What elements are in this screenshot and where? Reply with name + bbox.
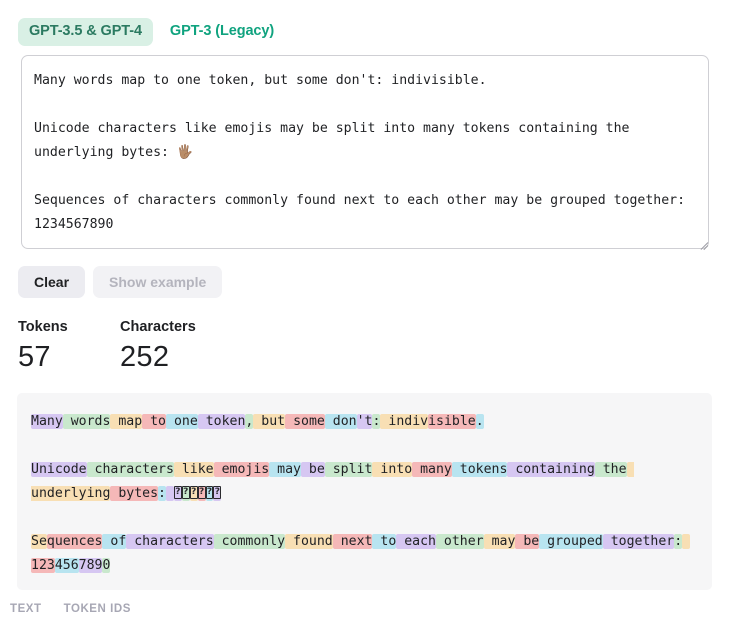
replacement-char-icon [173,486,182,499]
token: into [372,462,413,477]
token-line-blank [31,434,698,458]
token [173,486,182,501]
token: quences [46,534,103,549]
replacement-char-icon [197,486,206,499]
replacement-char-icon [213,486,222,499]
stat-characters-value: 252 [120,341,170,373]
token: 0 [102,558,111,573]
token: may [269,462,301,477]
tab-text[interactable]: TEXT [10,603,42,616]
token: may [483,534,516,549]
token: some [285,414,325,429]
token: token [197,414,246,429]
token: each [396,534,436,549]
token: isible [428,414,476,429]
token-line-blank [31,506,698,530]
token: : [158,486,166,501]
token: found [285,534,333,549]
model-tab-gpt3-legacy[interactable]: GPT-3 (Legacy) [159,18,285,46]
replacement-char-icon [189,486,198,499]
stat-tokens-label: Tokens [18,318,68,335]
token: don [324,414,357,429]
token: Many [31,414,63,429]
token: 123 [31,558,55,573]
token: : [674,534,683,549]
token [197,486,206,501]
token: 't [356,414,373,429]
token: be [515,534,540,549]
token: to [372,534,397,549]
token: 456 [54,558,79,573]
token: tokens [451,462,508,477]
token: grouped [539,534,603,549]
token [205,486,214,501]
token [682,534,691,549]
token: together [602,534,675,549]
token: containing [507,462,595,477]
token: next [332,534,373,549]
text-input[interactable] [21,54,709,249]
token: but [253,414,286,429]
token [213,486,222,501]
token: Unicode [31,462,87,477]
input-area [21,54,712,250]
token: one [166,414,198,429]
replacement-char-icon [205,486,214,499]
token: words [62,414,111,429]
token: other [435,534,484,549]
token: Se [31,534,47,549]
show-example-button[interactable]: Show example [93,265,223,298]
token: bytes [110,486,159,501]
stats-row: Tokens 57 Characters 252 [18,318,730,373]
token: indiv [380,414,429,429]
token: split [324,462,373,477]
model-tab-gpt35-gpt4[interactable]: GPT-3.5 & GPT-4 [18,18,153,46]
stat-tokens-value: 57 [18,341,51,373]
token: 789 [78,558,103,573]
token: map [110,414,143,429]
stat-characters: Characters 252 [120,318,222,373]
view-tab-bar: TEXT TOKEN IDS [10,603,730,616]
token: like [173,462,214,477]
action-bar: Clear Show example [18,265,730,298]
token [166,486,174,501]
replacement-char-icon [181,486,190,499]
token: of [102,534,127,549]
token: to [142,414,166,429]
token [189,486,198,501]
token: emojis [213,462,270,477]
tokenized-text: Many words map to one token, but some do… [31,410,698,578]
stat-tokens: Tokens 57 [18,318,120,373]
token: commonly [213,534,286,549]
token: be [300,462,325,477]
token [181,486,190,501]
token-output-panel: Many words map to one token, but some do… [17,393,712,590]
token: many [412,462,452,477]
stat-characters-label: Characters [120,318,196,335]
token: characters [126,534,214,549]
token: . [475,414,484,429]
model-tab-bar: GPT-3.5 & GPT-4 GPT-3 (Legacy) [0,0,730,46]
tab-token-ids[interactable]: TOKEN IDS [64,603,131,616]
token: the [594,462,627,477]
token: characters [86,462,174,477]
clear-button[interactable]: Clear [18,265,86,298]
